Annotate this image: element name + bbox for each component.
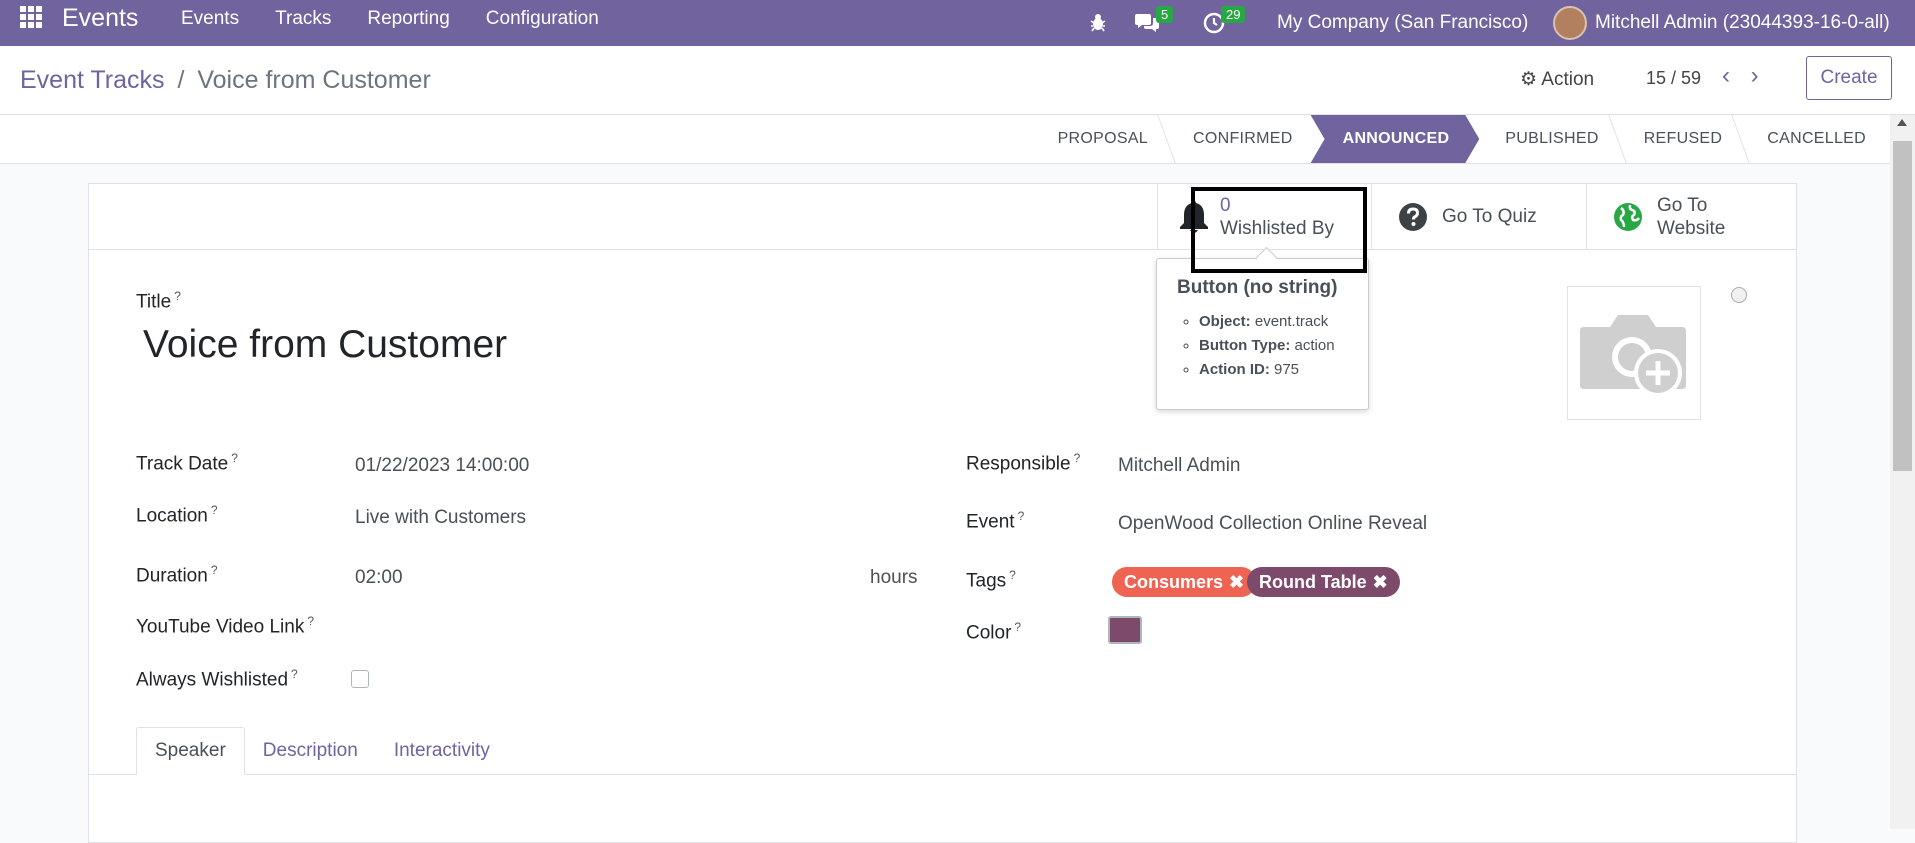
kanban-state-indicator[interactable] xyxy=(1731,287,1747,303)
duration-label: Duration? xyxy=(136,563,218,587)
image-upload-field[interactable] xyxy=(1567,286,1701,420)
tooltip-object: Object: event.track xyxy=(1199,313,1348,330)
stage-pipeline: PROPOSAL CONFIRMED ANNOUNCED PUBLISHED R… xyxy=(1032,115,1890,163)
top-navbar: Events Events Tracks Reporting Configura… xyxy=(0,0,1915,46)
main-menu: Events Tracks Reporting Configuration xyxy=(181,8,635,30)
scrollbar[interactable] xyxy=(1890,115,1915,829)
tab-description[interactable]: Description xyxy=(245,727,376,775)
debug-tooltip: Button (no string) Object: event.track B… xyxy=(1156,258,1369,410)
go-to-quiz-button[interactable]: Go To Quiz xyxy=(1371,184,1586,249)
messages-button[interactable]: 5 xyxy=(1134,0,1177,46)
track-date-field[interactable]: 01/22/2023 14:00:00 xyxy=(355,455,529,477)
menu-item-configuration[interactable]: Configuration xyxy=(486,8,599,30)
gear-icon: ⚙ xyxy=(1520,69,1538,90)
event-label: Event? xyxy=(966,509,1025,533)
notebook-tabs: Speaker Description Interactivity xyxy=(136,727,508,775)
tag-round-table[interactable]: Round Table ✖ xyxy=(1247,567,1400,597)
tag-remove-icon[interactable]: ✖ xyxy=(1373,572,1388,593)
create-button[interactable]: Create xyxy=(1806,56,1892,100)
activities-count-badge: 29 xyxy=(1221,5,1246,23)
go-to-website-label-2: Website xyxy=(1657,217,1726,239)
pager-value[interactable]: 15 / 59 xyxy=(1646,68,1701,89)
tooltip-action-id: Action ID: 975 xyxy=(1199,361,1348,378)
control-panel: Event Tracks / Voice from Customer ⚙ Act… xyxy=(0,46,1915,115)
stage-proposal[interactable]: PROPOSAL xyxy=(1032,115,1166,163)
stage-refused[interactable]: REFUSED xyxy=(1618,115,1741,163)
track-date-label: Track Date? xyxy=(136,451,238,475)
tab-speaker[interactable]: Speaker xyxy=(136,727,245,775)
responsible-label: Responsible? xyxy=(966,451,1081,475)
color-label: Color? xyxy=(966,620,1022,644)
activities-button[interactable]: 29 xyxy=(1203,0,1249,46)
always-wishlisted-checkbox[interactable] xyxy=(351,670,369,688)
tag-consumers[interactable]: Consumers ✖ xyxy=(1112,567,1257,597)
breadcrumb-separator: / xyxy=(177,66,185,94)
chevron-left-icon[interactable]: ‹ xyxy=(1722,62,1730,89)
user-name: Mitchell Admin (23044393-16-0-all) xyxy=(1595,12,1890,33)
tooltip-details: Object: event.track Button Type: action … xyxy=(1177,313,1348,378)
tag-remove-icon[interactable]: ✖ xyxy=(1229,572,1244,593)
stage-cancelled[interactable]: CANCELLED xyxy=(1741,115,1890,163)
breadcrumb-current: Voice from Customer xyxy=(197,66,431,94)
menu-item-tracks[interactable]: Tracks xyxy=(275,8,331,30)
stage-confirmed[interactable]: CONFIRMED xyxy=(1167,115,1311,163)
go-to-quiz-label: Go To Quiz xyxy=(1442,205,1537,227)
location-field[interactable]: Live with Customers xyxy=(355,507,526,529)
globe-icon xyxy=(1614,202,1642,231)
chevron-right-icon[interactable]: › xyxy=(1751,62,1759,89)
stage-announced[interactable]: ANNOUNCED xyxy=(1311,115,1480,163)
go-to-website-button[interactable]: Go To Website xyxy=(1586,184,1797,249)
question-circle-icon xyxy=(1399,202,1427,231)
tab-interactivity[interactable]: Interactivity xyxy=(376,727,508,775)
menu-item-reporting[interactable]: Reporting xyxy=(367,8,449,30)
scroll-thumb[interactable] xyxy=(1893,141,1912,471)
messages-count-badge: 5 xyxy=(1156,5,1174,23)
action-label: Action xyxy=(1541,69,1595,90)
tooltip-title: Button (no string) xyxy=(1177,277,1338,298)
duration-unit: hours xyxy=(870,567,918,588)
stage-published[interactable]: PUBLISHED xyxy=(1479,115,1616,163)
location-label: Location? xyxy=(136,503,218,527)
tags-label: Tags? xyxy=(966,568,1016,592)
user-menu[interactable]: Mitchell Admin (23044393-16-0-all) xyxy=(1553,0,1890,46)
camera-add-icon xyxy=(1580,315,1686,397)
title-field[interactable]: Voice from Customer xyxy=(143,323,507,367)
youtube-link-label: YouTube Video Link? xyxy=(136,614,315,638)
action-menu-button[interactable]: ⚙ Action xyxy=(1520,68,1594,91)
color-picker[interactable] xyxy=(1108,616,1142,644)
smart-button-box: 0 Wishlisted By Go To Quiz Go To Website xyxy=(89,184,1796,250)
avatar xyxy=(1553,6,1587,40)
highlight-box xyxy=(1191,187,1367,273)
always-wishlisted-label: Always Wishlisted? xyxy=(136,667,298,691)
apps-menu-icon[interactable] xyxy=(20,6,42,28)
responsible-field[interactable]: Mitchell Admin xyxy=(1118,455,1241,477)
pager-nav: ‹ › xyxy=(1722,62,1759,90)
go-to-website-label-1: Go To xyxy=(1657,194,1708,216)
app-brand[interactable]: Events xyxy=(62,4,138,33)
debug-icon[interactable] xyxy=(1088,0,1108,46)
tooltip-button-type: Button Type: action xyxy=(1199,337,1348,354)
breadcrumb-parent[interactable]: Event Tracks xyxy=(20,66,165,94)
title-label: Title? xyxy=(136,289,181,313)
company-switcher[interactable]: My Company (San Francisco) xyxy=(1277,0,1528,46)
menu-item-events[interactable]: Events xyxy=(181,8,239,30)
event-field[interactable]: OpenWood Collection Online Reveal xyxy=(1118,513,1427,535)
duration-field[interactable]: 02:00 xyxy=(355,567,403,589)
scroll-up-icon[interactable] xyxy=(1897,119,1907,126)
breadcrumb: Event Tracks / Voice from Customer xyxy=(20,66,431,95)
status-bar: PROPOSAL CONFIRMED ANNOUNCED PUBLISHED R… xyxy=(0,115,1890,164)
